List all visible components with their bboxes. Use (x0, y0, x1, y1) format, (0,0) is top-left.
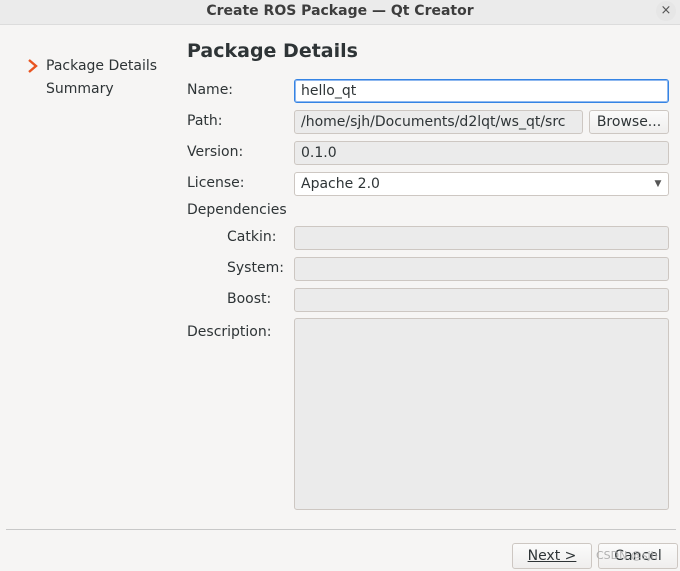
watermark: CSDN @sjh (596, 549, 658, 562)
name-label: Name: (187, 82, 234, 98)
catkin-label: Catkin: (227, 229, 277, 245)
chevron-down-icon[interactable]: ▼ (648, 173, 668, 195)
title-bar[interactable]: Create ROS Package — Qt Creator × (0, 0, 680, 25)
version-field[interactable]: 0.1.0 (294, 141, 669, 165)
description-label: Description: (187, 324, 272, 340)
dependencies-label: Dependencies (187, 202, 287, 218)
license-combobox[interactable]: Apache 2.0 ▼ (294, 172, 669, 196)
path-field[interactable]: /home/sjh/Documents/d2lqt/ws_qt/src (294, 110, 583, 134)
next-button[interactable]: Next > (512, 543, 592, 569)
system-field[interactable] (294, 257, 669, 281)
boost-label: Boost: (227, 291, 272, 307)
close-button[interactable]: × (656, 1, 676, 21)
footer-divider (6, 529, 676, 530)
window-title: Create ROS Package — Qt Creator (206, 3, 474, 19)
description-textarea[interactable] (294, 318, 669, 510)
next-button-label: Next > (527, 548, 577, 564)
boost-field[interactable] (294, 288, 669, 312)
path-label: Path: (187, 113, 223, 129)
sidebar-step-package-details: Package Details (46, 58, 158, 74)
page-title: Package Details (187, 40, 358, 62)
current-step-chevron-icon (28, 59, 38, 73)
system-label: System: (227, 260, 284, 276)
create-ros-package-dialog: Create ROS Package — Qt Creator × Packag… (0, 0, 680, 571)
version-label: Version: (187, 144, 244, 160)
browse-button[interactable]: Browse... (589, 110, 669, 134)
close-icon: × (660, 3, 672, 18)
name-field[interactable]: hello_qt (294, 79, 669, 103)
license-label: License: (187, 175, 245, 191)
license-value: Apache 2.0 (301, 176, 380, 192)
sidebar-step-summary: Summary (46, 81, 114, 97)
catkin-field[interactable] (294, 226, 669, 250)
